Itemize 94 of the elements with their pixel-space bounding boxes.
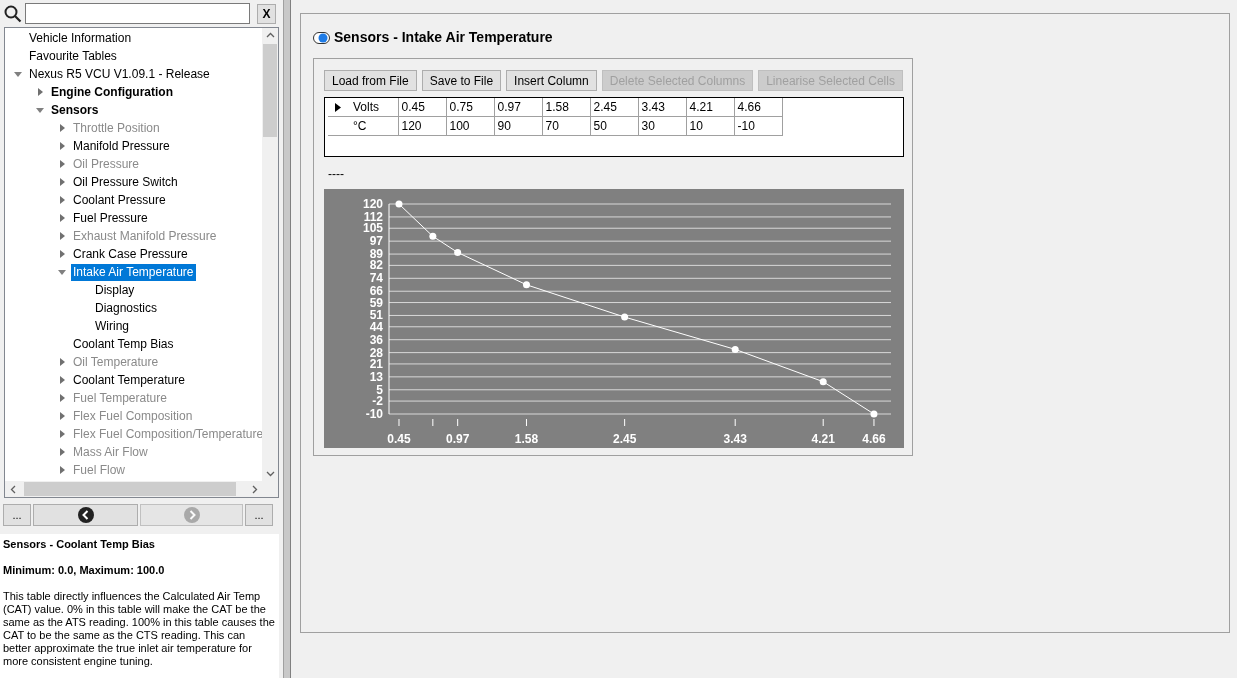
toolbar-button[interactable]: Load from File	[324, 70, 417, 91]
tree-item[interactable]: Engine Configuration	[49, 83, 175, 101]
y-tick-label: 120	[362, 197, 383, 211]
data-point[interactable]	[454, 248, 462, 256]
row-header[interactable]: Volts	[328, 98, 398, 117]
data-point[interactable]	[621, 313, 629, 321]
x-tick-label: 4.21	[811, 432, 835, 446]
table-cell[interactable]: 30	[638, 116, 686, 136]
collapsed-arrow-icon[interactable]	[57, 213, 67, 223]
collapsed-arrow-icon[interactable]	[57, 375, 67, 385]
tree-item[interactable]: Coolant Temperature	[71, 371, 187, 389]
scrollbar-thumb[interactable]	[24, 482, 236, 496]
tree-item[interactable]: Intake Air Temperature	[71, 263, 196, 281]
tree-item[interactable]: Coolant Pressure	[71, 191, 168, 209]
tree-item[interactable]: Wiring	[93, 317, 131, 335]
table-cell[interactable]: 4.66	[734, 98, 782, 117]
search-field[interactable]	[25, 3, 250, 24]
collapsed-arrow-icon[interactable]	[57, 195, 67, 205]
vertical-scrollbar[interactable]	[262, 28, 278, 481]
y-tick-label: 74	[369, 271, 383, 286]
description-title: Sensors - Coolant Temp Bias	[3, 538, 156, 551]
more-button[interactable]: ...	[3, 504, 31, 526]
y-tick-label: 5	[376, 382, 383, 397]
tree-item[interactable]: Crank Case Pressure	[71, 245, 190, 263]
row-header[interactable]: °C	[328, 116, 398, 136]
tree-item[interactable]: Sensors	[49, 101, 101, 119]
data-point[interactable]	[731, 345, 739, 353]
scroll-left-icon[interactable]	[10, 484, 16, 494]
expanded-arrow-icon[interactable]	[57, 267, 67, 277]
x-tick-label: 0.97	[446, 432, 470, 446]
table-cell[interactable]: 120	[398, 116, 446, 136]
x-tick-label: 2.45	[612, 432, 637, 446]
table-cell[interactable]: 0.45	[398, 98, 446, 117]
search-icon	[4, 4, 22, 23]
status-text: ----	[328, 166, 345, 179]
description-range: Minimum: 0.0, Maximum: 100.0	[3, 564, 166, 577]
x-tick-label: 0.45	[387, 432, 411, 446]
table-cell[interactable]: 4.21	[686, 98, 734, 117]
tree-item[interactable]: Display	[93, 281, 137, 299]
data-point[interactable]	[819, 378, 827, 386]
description-text: This table directly influences the Calculated Air Temp (CAT) value. 0% in this table will make the CAT be the same as the ATS reading. 100% in this table causes the CAT to be the same as the CTS reading. This can better approximate the true inlet air temperature for more consistent engine tuning.	[3, 590, 276, 668]
y-tick-label: 105	[362, 221, 383, 236]
row-indicator-icon	[334, 102, 341, 112]
tree-item[interactable]: Favourite Tables	[27, 47, 119, 65]
y-tick-label: 82	[369, 258, 383, 273]
table-cell[interactable]: 100	[446, 116, 494, 136]
x-tick-label: 1.58	[514, 432, 539, 446]
data-point[interactable]	[523, 281, 530, 289]
table-cell[interactable]: 90	[494, 116, 542, 136]
tree-item[interactable]: Coolant Temp Bias	[71, 335, 176, 353]
clear-search-button[interactable]: X	[257, 3, 276, 24]
x-tick-label: 3.43	[723, 432, 747, 446]
tree-item[interactable]: Diagnostics	[93, 299, 160, 317]
table-cell[interactable]: 70	[542, 116, 590, 136]
expanded-arrow-icon[interactable]	[13, 69, 23, 79]
y-tick-label: 97	[369, 234, 383, 249]
x-tick-label: 4.66	[862, 432, 886, 446]
y-tick-label: 36	[369, 332, 383, 347]
table-cell[interactable]: 0.75	[446, 98, 494, 117]
tree-item[interactable]: Nexus R5 VCU V1.09.1 - Release	[27, 65, 212, 83]
collapsed-arrow-icon[interactable]	[57, 249, 67, 259]
table-cell[interactable]: 2.45	[590, 98, 638, 117]
scroll-down-icon[interactable]	[265, 471, 275, 477]
table-cell[interactable]: 0.97	[494, 98, 542, 117]
collapsed-arrow-icon[interactable]	[35, 87, 45, 97]
table-cell[interactable]: 50	[590, 116, 638, 136]
y-tick-label: -10	[365, 407, 383, 421]
tree-item[interactable]: Manifold Pressure	[71, 137, 172, 155]
table-cell[interactable]: 1.58	[542, 98, 590, 117]
table-cell[interactable]: 10	[686, 116, 734, 136]
table-cell[interactable]: 3.43	[638, 98, 686, 117]
scroll-right-icon[interactable]	[252, 484, 258, 494]
panel-title: Sensors - Intake Air Temperature	[334, 28, 553, 47]
back-button[interactable]	[33, 504, 138, 526]
data-point[interactable]	[870, 410, 878, 418]
horizontal-scrollbar[interactable]	[5, 481, 278, 497]
toolbar-button[interactable]: Insert Column	[506, 70, 597, 91]
y-tick-label: -2	[372, 394, 383, 409]
y-tick-label: 112	[363, 209, 383, 224]
table-cell[interactable]: -10	[734, 116, 782, 136]
data-point[interactable]	[429, 232, 437, 240]
tree-item[interactable]: Vehicle Information	[27, 29, 134, 47]
tree-item[interactable]: Oil Pressure Switch	[71, 173, 180, 191]
collapsed-arrow-icon[interactable]	[57, 177, 67, 187]
scroll-up-icon[interactable]	[265, 32, 275, 38]
scrollbar-thumb[interactable]	[263, 44, 277, 137]
collapsed-arrow-icon[interactable]	[57, 141, 67, 151]
y-tick-label: 13	[369, 369, 383, 384]
toggle-icon[interactable]	[313, 31, 330, 44]
expanded-arrow-icon[interactable]	[35, 105, 45, 115]
more-button[interactable]: ...	[245, 504, 273, 526]
data-point[interactable]	[395, 200, 403, 208]
toolbar-button[interactable]: Save to File	[421, 70, 502, 91]
tree-item[interactable]: Fuel Pressure	[71, 209, 150, 227]
